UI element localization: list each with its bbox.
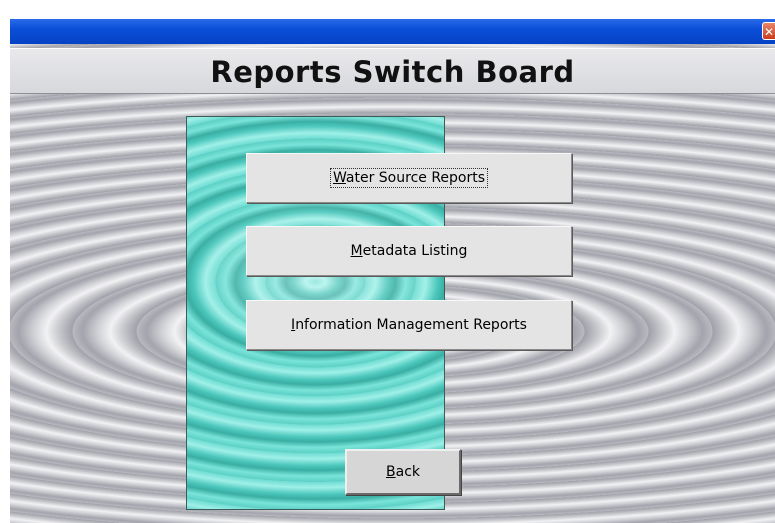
- close-icon[interactable]: ✕: [762, 22, 775, 40]
- water-source-reports-button[interactable]: Water Source Reports: [246, 153, 572, 203]
- back-accel: B: [386, 464, 396, 480]
- information-management-reports-label: nformation Management Reports: [295, 317, 527, 333]
- switchboard-form: Reports Switch Board Water Source Report…: [10, 44, 775, 523]
- metadata-listing-accel: M: [350, 243, 363, 259]
- metadata-listing-label: etadata Listing: [362, 243, 468, 259]
- header-band: Reports Switch Board: [10, 48, 775, 94]
- water-source-reports-accel: W: [332, 170, 346, 186]
- title-bar: ✕: [0, 0, 775, 44]
- title-bar-strip: [10, 19, 775, 44]
- information-management-reports-button[interactable]: Information Management Reports: [246, 300, 572, 350]
- water-source-reports-label: ater Source Reports: [345, 170, 486, 186]
- page-title: Reports Switch Board: [210, 55, 575, 89]
- metadata-listing-button[interactable]: Metadata Listing: [246, 226, 572, 276]
- button-panel: Water Source Reports Metadata Listing In…: [186, 116, 572, 510]
- back-label: ack: [395, 464, 420, 480]
- focus-indicator: Water Source Reports: [329, 168, 489, 188]
- back-button[interactable]: Back: [345, 449, 461, 495]
